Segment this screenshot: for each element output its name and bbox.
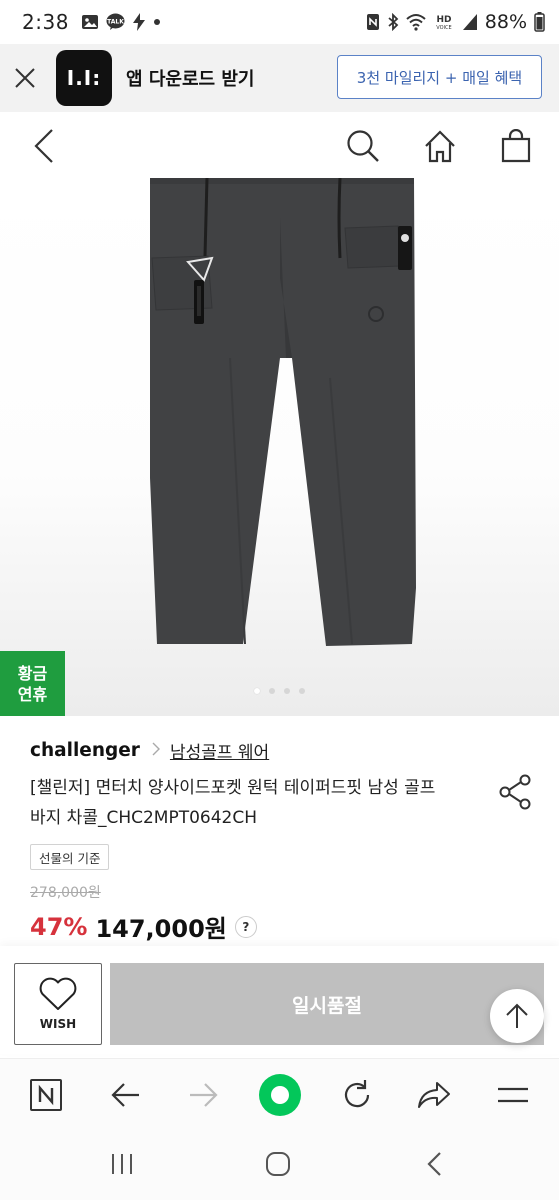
naver-green-dot-button[interactable] (258, 1073, 302, 1117)
nfc-icon (366, 13, 380, 31)
back-chevron-icon (427, 1152, 441, 1176)
home-button[interactable] (418, 124, 462, 168)
wifi-icon (406, 13, 426, 31)
category-link[interactable]: 남성골프 웨어 (170, 738, 269, 763)
gift-standard-chip[interactable]: 선물의 기준 (30, 844, 110, 870)
shopping-bag-icon (501, 129, 531, 163)
banner-title: 앱 다운로드 받기 (126, 69, 255, 90)
dot-icon (153, 18, 161, 26)
back-icon (34, 129, 53, 163)
search-button[interactable] (341, 124, 385, 168)
share-page-button[interactable] (412, 1073, 456, 1117)
forward-arrow-icon (190, 1083, 218, 1107)
product-image-gallery[interactable] (0, 178, 559, 716)
svg-text:VOICE: VOICE (436, 25, 451, 31)
discount-rate: 47% (30, 912, 88, 941)
gallery-pagination (0, 688, 559, 694)
status-left-icons: TALK (81, 13, 161, 31)
banner-cta-button[interactable]: 3천 마일리지 + 매일 혜택 (337, 55, 542, 99)
browser-back-button[interactable] (104, 1073, 148, 1117)
back-arrow-icon (111, 1083, 139, 1107)
arrow-up-icon (506, 1003, 528, 1028)
refresh-button[interactable] (335, 1073, 379, 1117)
signal-icon (462, 13, 478, 31)
promo-badge[interactable]: 황금 연휴 (0, 651, 65, 716)
browser-menu-button[interactable] (491, 1073, 535, 1117)
brand-link[interactable]: challenger (30, 740, 140, 761)
product-photo (150, 178, 416, 646)
status-time: 2:38 (22, 10, 69, 34)
purchase-bar: WISH 일시품절 (0, 946, 559, 1054)
product-header (0, 112, 559, 178)
wish-label: WISH (39, 1017, 77, 1031)
bluetooth-icon (387, 13, 399, 31)
share-arrow-icon (418, 1082, 450, 1108)
app-logo-text: I.I: (66, 66, 102, 90)
price-help-button[interactable]: ? (234, 915, 257, 938)
original-price: 278,000원 (30, 885, 101, 901)
breadcrumb: challenger 남성골프 웨어 (30, 738, 269, 763)
battery-icon (534, 12, 545, 32)
system-back-button[interactable] (414, 1146, 454, 1182)
promo-badge-line2: 연휴 (17, 684, 48, 704)
home-system-button[interactable] (258, 1146, 298, 1182)
gallery-dot[interactable] (299, 688, 305, 694)
gallery-dot[interactable] (254, 688, 260, 694)
svg-text:HD: HD (436, 15, 451, 25)
soldout-button[interactable]: 일시품절 (110, 963, 544, 1045)
sale-price: 147,000원 (95, 915, 227, 943)
close-icon (15, 68, 35, 88)
bolt-icon (132, 13, 146, 31)
heart-icon (39, 977, 77, 1010)
back-button[interactable] (22, 124, 66, 168)
page: 2:38 TALK HD VOICE 88% I.I: 앱 다운로드 받기 3천… (0, 0, 559, 1200)
home-circle-icon (266, 1152, 290, 1176)
status-bar: 2:38 TALK HD VOICE 88% (0, 0, 559, 44)
share-button[interactable] (496, 772, 536, 812)
gallery-icon (81, 13, 99, 31)
refresh-icon (344, 1080, 370, 1108)
system-nav-bar (0, 1130, 559, 1200)
status-right-icons: HD VOICE 88% (366, 11, 545, 33)
gallery-dot[interactable] (269, 688, 275, 694)
scroll-top-button[interactable] (490, 989, 544, 1043)
naver-n-icon (30, 1079, 62, 1111)
recents-icon (112, 1154, 132, 1174)
app-download-banner: I.I: 앱 다운로드 받기 3천 마일리지 + 매일 혜택 (0, 44, 559, 112)
promo-badge-line1: 황금 (17, 663, 48, 683)
banner-close-button[interactable] (0, 44, 50, 112)
browser-toolbar (0, 1058, 559, 1130)
app-logo: I.I: (56, 50, 112, 106)
svg-text:TALK: TALK (107, 19, 124, 26)
gallery-dot[interactable] (284, 688, 290, 694)
cart-button[interactable] (494, 124, 538, 168)
chevron-right-icon (152, 740, 160, 761)
menu-icon (498, 1087, 528, 1103)
wish-button[interactable]: WISH (14, 963, 102, 1045)
home-icon (425, 130, 455, 163)
kakaotalk-icon: TALK (106, 13, 125, 31)
hd-voice-icon: HD VOICE (433, 13, 455, 31)
price-row: 47% 147,000원 ? (30, 909, 257, 944)
product-title: [챌린저] 면터치 양사이드포켓 원턱 테이퍼드핏 남성 골프바지 차콜_CHC… (30, 778, 436, 828)
share-icon (499, 774, 531, 810)
search-icon (347, 130, 379, 162)
recents-button[interactable] (102, 1146, 142, 1182)
naver-home-button[interactable] (24, 1073, 68, 1117)
browser-forward-button[interactable] (181, 1073, 225, 1117)
green-dot-icon (259, 1074, 301, 1116)
battery-percent: 88% (484, 11, 527, 33)
